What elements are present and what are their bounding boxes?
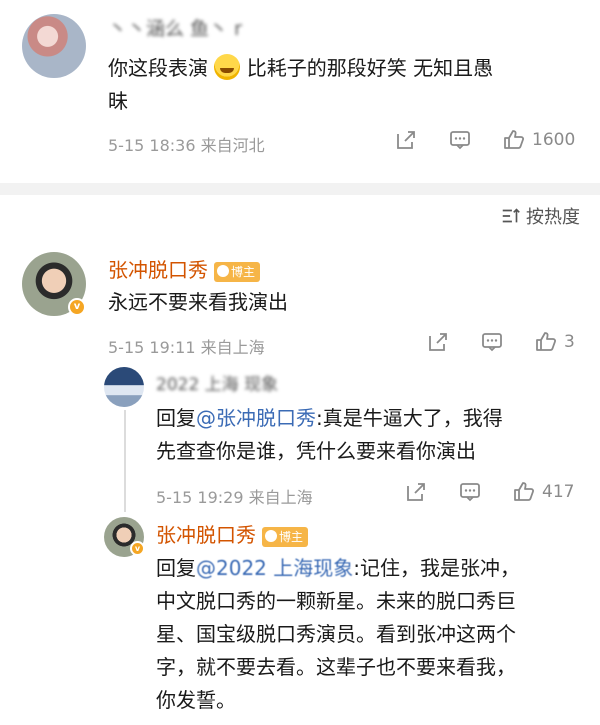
laughing-emoji-icon [214, 54, 241, 80]
crown-icon [217, 264, 229, 277]
comment-icon[interactable] [480, 330, 504, 354]
reply-actions: 417 [404, 480, 574, 504]
tag-label: 博主 [231, 264, 256, 279]
reply-text: 回复@张冲脱口秀:真是牛逼大了，我得 先查查你是谁，凭什么要来看你演出 [156, 402, 586, 468]
mention-link[interactable]: @张冲脱口秀 [196, 406, 316, 430]
share-icon[interactable] [404, 480, 428, 504]
reply-author[interactable]: 张冲脱口秀 博主 [156, 519, 309, 548]
comment-author[interactable]: 丶丶涵么 鱼丶 r [108, 14, 242, 41]
comment-author[interactable]: 张冲脱口秀 博主 [108, 254, 261, 283]
thumbs-up-icon[interactable] [512, 480, 536, 504]
comment-actions: 1600 [394, 128, 575, 152]
reply-prefix: 回复 [156, 556, 196, 580]
reply-prefix: 回复 [156, 406, 196, 430]
thumbs-up-icon[interactable] [502, 128, 526, 152]
like-count: 417 [542, 482, 575, 502]
comment-text-part: 你这段表演 [108, 56, 208, 80]
reply-text-part: 星、国宝级脱口秀演员。看到张冲这两个 [156, 622, 516, 646]
reply-text-part: 你发誓。 [156, 688, 236, 712]
author-name: 张冲脱口秀 [108, 258, 208, 282]
blogger-tag: 博主 [214, 261, 261, 282]
reply-text-part: 先查查你是谁，凭什么要来看你演出 [156, 439, 476, 463]
avatar[interactable] [104, 367, 144, 407]
comment-text: 你这段表演 比耗子的那段好笑 无知且愚 昧 [108, 52, 578, 118]
sort-by-hot-button[interactable]: 按热度 [500, 203, 580, 229]
avatar[interactable] [22, 14, 86, 78]
comment-icon[interactable] [458, 480, 482, 504]
section-divider [0, 183, 600, 195]
reply-text-part: 中文脱口秀的一颗新星。未来的脱口秀巨 [156, 589, 516, 613]
comment-text: 永远不要来看我演出 [108, 290, 288, 314]
blogger-tag: 博主 [262, 526, 309, 547]
author-name: 张冲脱口秀 [156, 523, 256, 547]
reply-text-part: 字，就不要去看。这辈子也不要来看我， [156, 655, 516, 679]
share-icon[interactable] [394, 128, 418, 152]
thumbs-up-icon[interactable] [534, 330, 558, 354]
comment-icon[interactable] [448, 128, 472, 152]
mention-link[interactable]: @2022 上海现象 [196, 556, 353, 580]
thread-line [124, 410, 126, 512]
comment-actions: 3 [426, 330, 575, 354]
tag-label: 博主 [279, 529, 304, 544]
verified-badge-icon: v [68, 298, 86, 316]
reply-text: 回复@2022 上海现象:记住，我是张冲， 中文脱口秀的一颗新星。未来的脱口秀巨… [156, 552, 586, 717]
verified-badge-icon: v [130, 541, 145, 556]
reply-text-part: :记住，我是张冲， [353, 556, 521, 580]
comment-text-part: 昧 [108, 89, 128, 113]
comment-meta: 5-15 18:36 来自河北 [108, 136, 265, 155]
reply-author[interactable]: 2022 上海 现象 [156, 370, 278, 395]
sort-label: 按热度 [526, 207, 580, 228]
crown-icon [265, 529, 277, 542]
reply-meta: 5-15 19:29 来自上海 [156, 488, 313, 507]
share-icon[interactable] [426, 330, 450, 354]
sort-icon [502, 208, 520, 223]
reply-text-part: :真是牛逼大了，我得 [316, 406, 503, 430]
comment-text-part: 比耗子的那段好笑 无知且愚 [246, 56, 494, 80]
comment-meta: 5-15 19:11 来自上海 [108, 338, 265, 357]
like-count: 1600 [532, 130, 576, 150]
like-count: 3 [564, 332, 575, 352]
